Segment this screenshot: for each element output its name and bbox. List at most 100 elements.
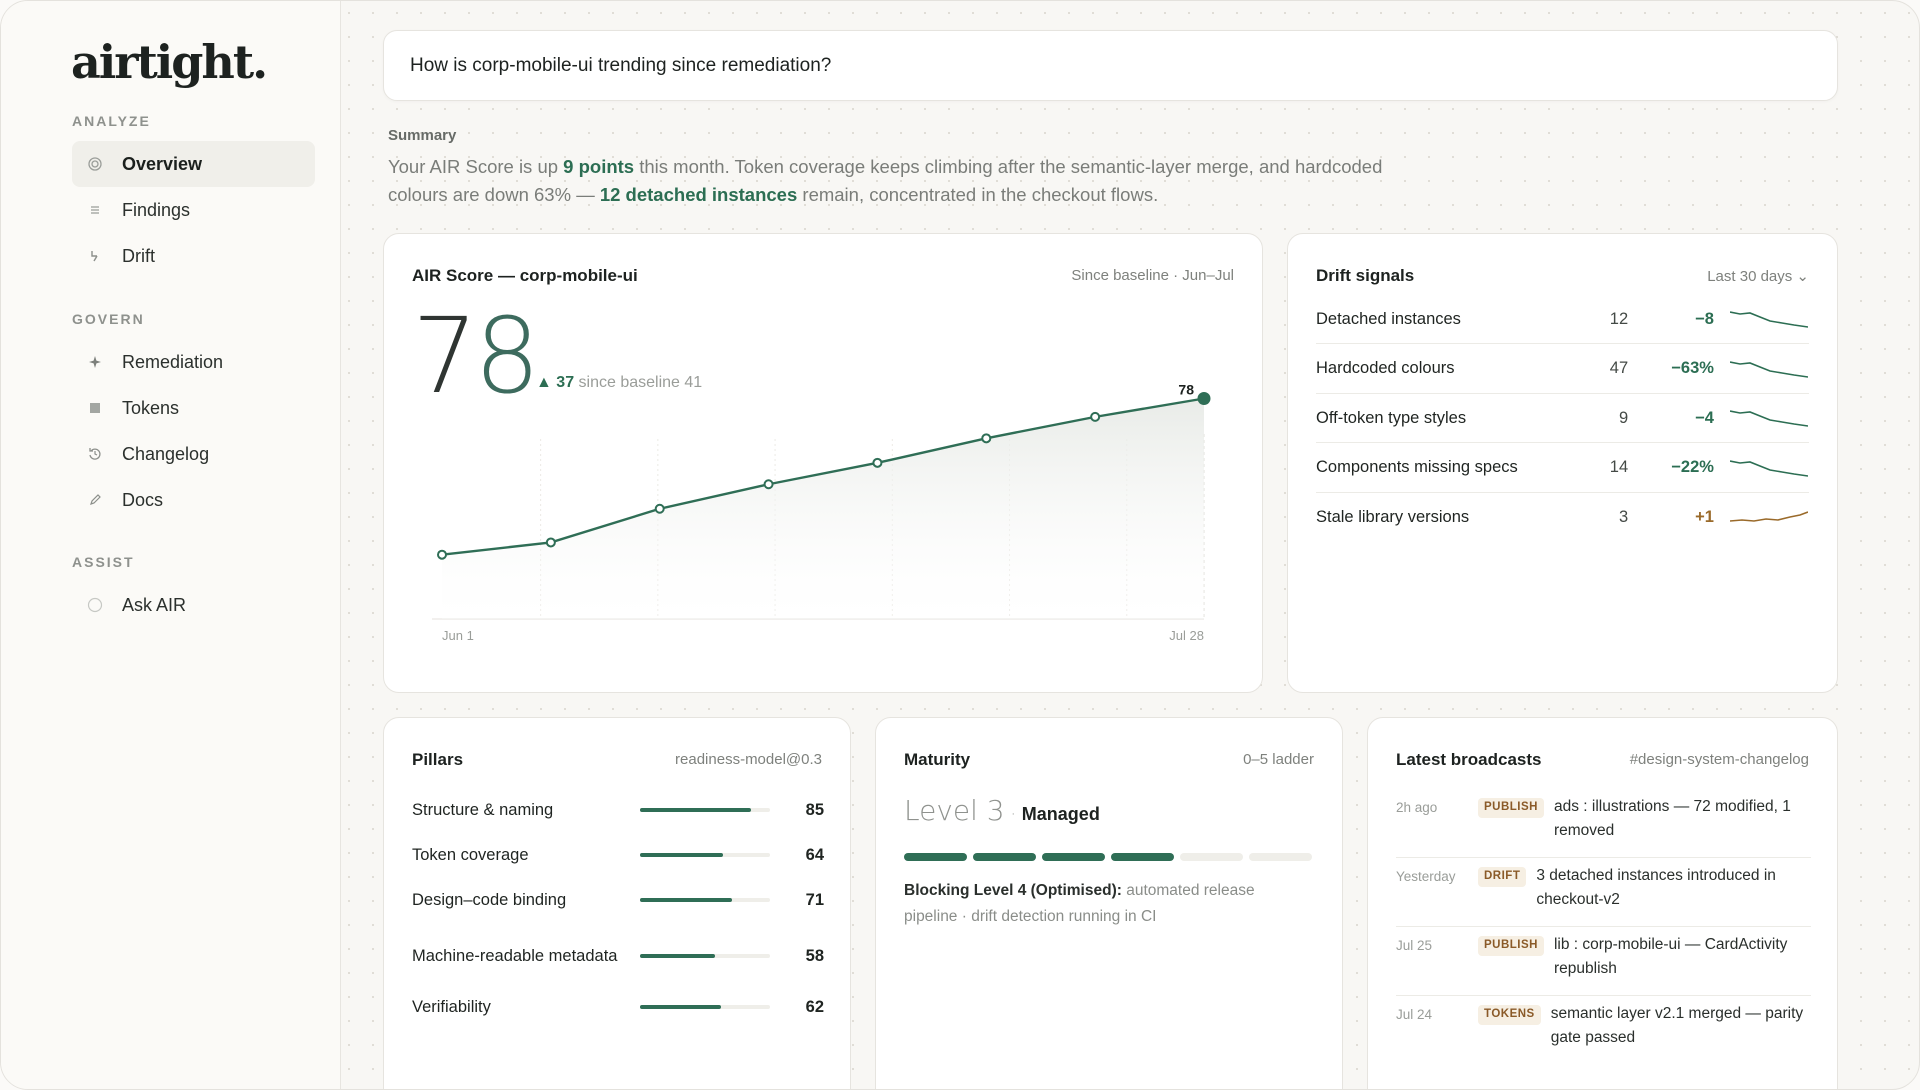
data-point[interactable] <box>763 479 774 490</box>
sidebar-item-tokens[interactable]: Tokens <box>72 385 315 431</box>
drift-signal-name: Off-token type styles <box>1316 408 1467 427</box>
x-tick-label: Jul 28 <box>1169 628 1204 643</box>
drift-signal-delta: −22% <box>1671 458 1714 476</box>
pillar-progress-fill <box>640 853 724 857</box>
drift-sparkline <box>1729 459 1808 477</box>
broadcast-time: Jul 24 <box>1396 1007 1433 1022</box>
drift-period-dropdown[interactable]: Last 30 days ⌄ <box>1707 267 1809 285</box>
divider <box>1396 995 1811 996</box>
sparkline-path <box>1729 511 1808 522</box>
sparkline-path <box>1729 360 1808 378</box>
pillars-card: Pillars readiness-model@0.3 Structure & … <box>383 717 851 1089</box>
data-point[interactable] <box>545 537 556 548</box>
sparkline-path <box>1729 311 1808 328</box>
sidebar-item-ask-air[interactable]: Ask AIR <box>72 582 315 628</box>
drift-row[interactable]: Off-token type styles 9 −4 <box>1316 393 1808 443</box>
drift-row[interactable]: Stale library versions 3 +1 <box>1316 492 1808 542</box>
pillar-name: Verifiability <box>412 998 491 1016</box>
card-title: Drift signals <box>1316 266 1415 285</box>
drift-signal-name: Stale library versions <box>1316 507 1470 526</box>
drift-signal-delta: −8 <box>1695 309 1714 328</box>
sidebar-item-changelog[interactable]: Changelog <box>72 431 315 477</box>
ladder-step <box>1042 853 1105 861</box>
air-score-card: AIR Score — corp-mobile-ui Since baselin… <box>383 233 1263 693</box>
card-meta: 0–5 ladder <box>1243 751 1314 768</box>
divider <box>1396 926 1811 927</box>
drift-signal-count: 9 <box>1618 408 1629 427</box>
pillar-progress-fill <box>640 808 751 812</box>
sidebar-item-findings[interactable]: Findings <box>72 187 315 233</box>
sparkline-path <box>1729 459 1808 477</box>
channel-link[interactable]: #design-system-changelog <box>1630 751 1809 768</box>
drift-signal-name: Hardcoded colours <box>1316 359 1455 377</box>
broadcast-text: semantic layer v2.1 merged — parity gate… <box>1550 1005 1804 1046</box>
sidebar-item-overview[interactable]: Overview <box>72 141 315 187</box>
summary-highlight-points: 9 points <box>563 156 635 177</box>
broadcast-item[interactable]: 2h ago PUBLISH ads : illustrations — 72 mo… <box>1396 798 1808 843</box>
drift-row[interactable]: Detached instances 12 −8 <box>1316 294 1808 344</box>
pillar-name: Machine-readable metadata <box>412 947 618 965</box>
data-point[interactable] <box>981 433 992 444</box>
score-line-chart: 78 Jun 1 Jul 28 <box>432 382 1211 643</box>
drift-row[interactable]: Components missing specs 14 −22% <box>1316 443 1808 493</box>
x-tick-label: Jun 1 <box>442 628 474 643</box>
pillar-progress-bar <box>640 1005 770 1009</box>
card-title: Pillars <box>412 750 464 769</box>
drift-row[interactable]: Hardcoded colours 47 −63% <box>1316 344 1808 394</box>
sidebar-item-label: Ask AIR <box>122 594 187 615</box>
summary-text: Your AIR Score is up 9 points this month… <box>388 153 1408 209</box>
maturity-card: Maturity 0–5 ladder Level 3 · Managed Bl… <box>875 717 1343 1089</box>
pillar-row: Structure & naming 85 <box>412 796 824 824</box>
pillar-row: Verifiability 62 <box>412 993 824 1021</box>
broadcast-time: Yesterday <box>1396 869 1456 884</box>
pillar-value: 64 <box>805 845 824 864</box>
blocking-note: Blocking Level 4 (Optimised): automated … <box>904 878 1304 930</box>
data-point[interactable] <box>1090 411 1101 422</box>
sidebar-item-label: Remediation <box>122 351 224 372</box>
sidebar-item-label: Findings <box>122 199 191 220</box>
pillar-value: 85 <box>805 800 824 819</box>
broadcast-item[interactable]: Jul 24 TOKENS semantic layer v2.1 merged —… <box>1396 1005 1808 1050</box>
drift-signal-delta: +1 <box>1695 507 1714 526</box>
drift-signal-name: Components missing specs <box>1316 458 1518 476</box>
sparkline-path <box>1729 410 1808 427</box>
maturity-ladder <box>904 853 1312 861</box>
pillar-name: Token coverage <box>412 846 529 864</box>
drift-signal-name: Detached instances <box>1316 309 1461 328</box>
broadcast-item[interactable]: Yesterday DRIFT 3 detached instances intro… <box>1396 867 1808 912</box>
pillar-value: 62 <box>805 997 824 1016</box>
sparkle-icon <box>86 355 104 369</box>
pillar-row: Token coverage 64 <box>412 841 824 869</box>
data-point[interactable] <box>1197 392 1211 405</box>
pillar-name: Design–code binding <box>412 891 567 909</box>
card-title: Latest broadcasts <box>1396 750 1542 769</box>
data-label: 78 <box>1178 382 1194 398</box>
sidebar-item-remediation[interactable]: Remediation <box>72 339 315 385</box>
card-meta: readiness-model@0.3 <box>675 751 822 768</box>
drift-icon <box>86 249 104 263</box>
drift-sparkline <box>1729 511 1808 522</box>
circle-icon <box>86 597 104 613</box>
sidebar-item-docs[interactable]: Docs <box>72 477 315 523</box>
broadcast-tag: PUBLISH <box>1478 936 1544 956</box>
nav-section-govern: GOVERN <box>72 311 145 327</box>
broadcast-item[interactable]: Jul 25 PUBLISH lib : corp-mobile-ui — Card… <box>1396 936 1808 981</box>
sidebar-item-drift[interactable]: Drift <box>72 233 315 279</box>
drift-signal-count: 12 <box>1609 309 1629 328</box>
divider <box>1396 857 1811 858</box>
drift-signal-count: 14 <box>1609 458 1629 476</box>
data-point[interactable] <box>437 549 447 560</box>
pillar-value: 58 <box>805 946 824 965</box>
data-point[interactable] <box>872 457 883 468</box>
pillar-progress-bar <box>640 808 770 812</box>
drift-signal-delta: −4 <box>1695 408 1714 427</box>
data-point[interactable] <box>654 503 665 514</box>
query-input[interactable]: How is corp-mobile-ui trending since rem… <box>383 30 1838 101</box>
brand-logo[interactable]: airtight. <box>71 35 268 89</box>
broadcasts-card: Latest broadcasts #design-system-changel… <box>1367 717 1838 1089</box>
drift-signal-count: 3 <box>1618 507 1629 526</box>
broadcast-text: lib : corp-mobile-ui — CardActivity repu… <box>1553 936 1788 977</box>
summary-part: Your AIR Score is up <box>388 156 564 177</box>
sidebar-item-label: Drift <box>122 245 155 266</box>
drift-sparkline <box>1729 360 1808 378</box>
